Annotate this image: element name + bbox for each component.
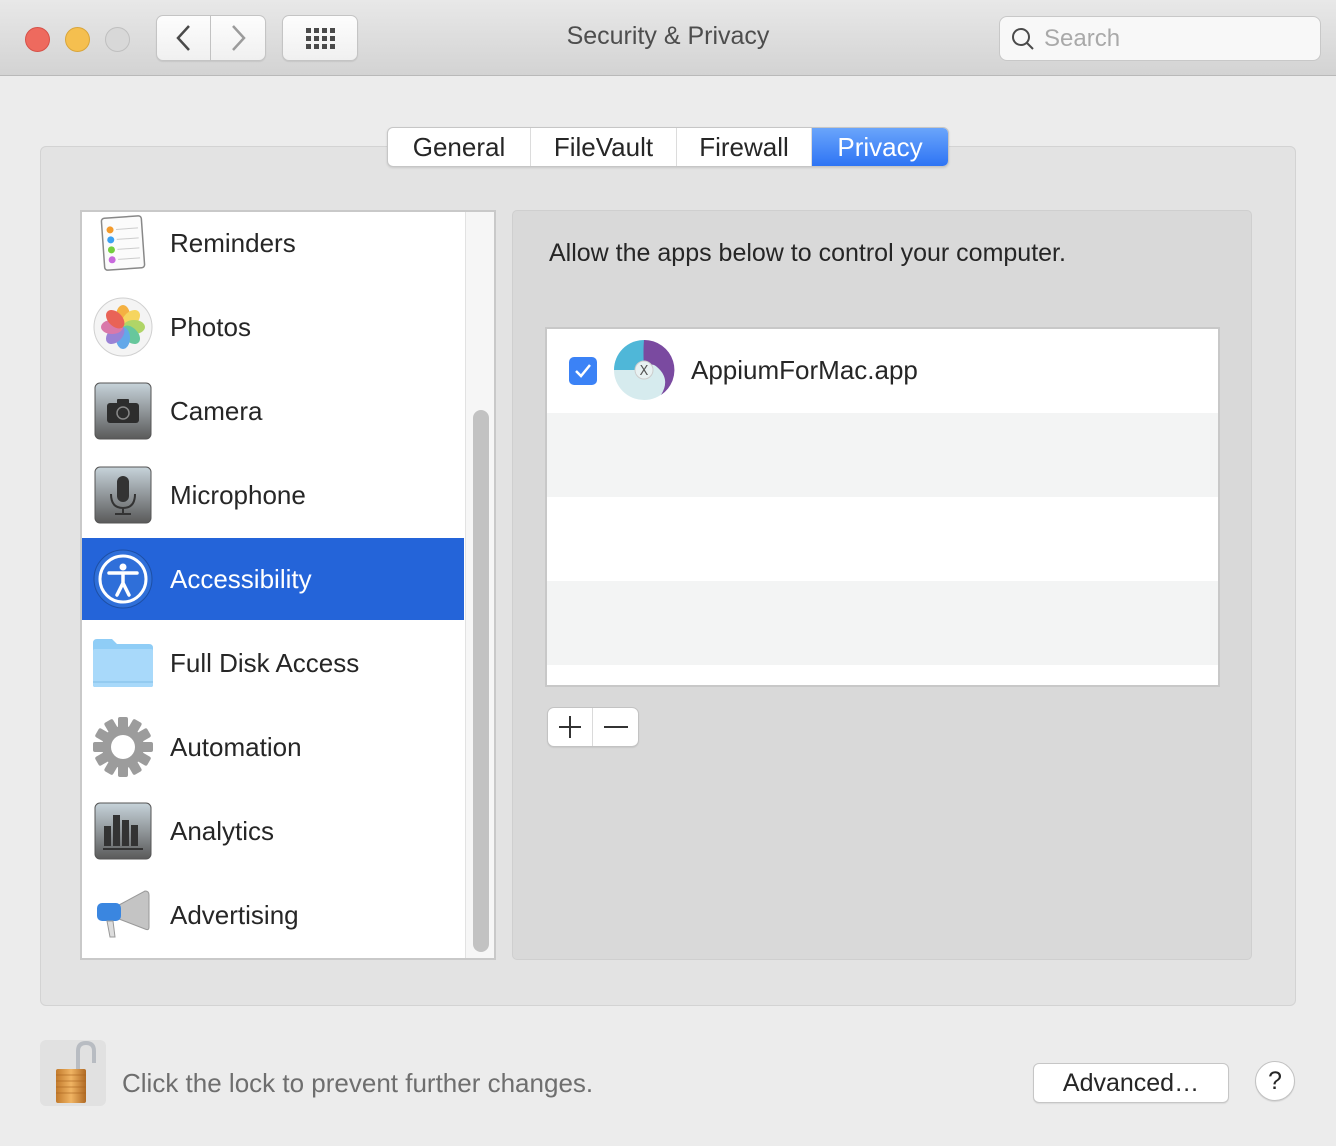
search-input[interactable] bbox=[1044, 24, 1304, 53]
sidebar-item-label: Microphone bbox=[170, 479, 306, 510]
sidebar-item-photos[interactable]: Photos bbox=[82, 286, 464, 368]
accessibility-icon bbox=[92, 548, 154, 610]
folder-icon bbox=[92, 632, 154, 694]
sidebar-item-camera[interactable]: Camera bbox=[82, 370, 464, 452]
checkmark-icon bbox=[575, 364, 591, 378]
add-app-button[interactable] bbox=[548, 708, 594, 746]
sidebar-item-label: Camera bbox=[170, 395, 263, 426]
sidebar-item-label: Photos bbox=[170, 311, 251, 342]
unlocked-padlock-icon bbox=[56, 1041, 96, 1103]
remove-app-button[interactable] bbox=[593, 708, 638, 746]
sidebar-item-analytics[interactable]: Analytics bbox=[82, 790, 464, 872]
title-bar: Security & Privacy bbox=[0, 0, 1336, 76]
app-name: AppiumForMac.app bbox=[691, 355, 918, 385]
list-item[interactable]: X AppiumForMac.app bbox=[547, 329, 1218, 413]
appium-app-icon: X bbox=[613, 339, 675, 401]
lock-status-text: Click the lock to prevent further change… bbox=[122, 1068, 594, 1098]
camera-icon bbox=[92, 380, 154, 442]
reminders-icon bbox=[92, 212, 154, 274]
tab-general[interactable]: General bbox=[388, 128, 531, 166]
sidebar-item-advertising[interactable]: Advertising bbox=[82, 874, 464, 956]
sidebar-item-automation[interactable]: Automation bbox=[82, 706, 464, 788]
sidebar-item-microphone[interactable]: Microphone bbox=[82, 454, 464, 536]
microphone-icon bbox=[92, 464, 154, 526]
photos-icon bbox=[92, 296, 154, 358]
sidebar-item-label: Accessibility bbox=[170, 563, 312, 594]
empty-row bbox=[547, 413, 1218, 497]
scrollbar-thumb[interactable] bbox=[473, 410, 489, 952]
tab-bar: General FileVault Firewall Privacy bbox=[387, 127, 949, 167]
plus-icon bbox=[559, 716, 581, 738]
add-remove-control bbox=[547, 707, 639, 747]
tab-firewall[interactable]: Firewall bbox=[677, 128, 812, 166]
scrollbar-track[interactable] bbox=[465, 212, 494, 958]
privacy-category-list: Reminders Photos Camera Microphone Acces… bbox=[80, 210, 496, 960]
minus-icon bbox=[603, 726, 628, 728]
megaphone-icon bbox=[92, 884, 154, 946]
help-button[interactable]: ? bbox=[1255, 1061, 1295, 1101]
sidebar-item-label: Automation bbox=[170, 731, 302, 762]
sidebar-item-reminders[interactable]: Reminders bbox=[82, 212, 464, 284]
sidebar-item-label: Analytics bbox=[170, 815, 275, 846]
analytics-icon bbox=[92, 800, 154, 862]
app-enabled-checkbox[interactable] bbox=[569, 357, 597, 385]
search-icon bbox=[1012, 27, 1034, 50]
sidebar-item-label: Advertising bbox=[170, 899, 299, 930]
sidebar-item-full-disk-access[interactable]: Full Disk Access bbox=[82, 622, 464, 704]
svg-text:X: X bbox=[640, 364, 649, 379]
advanced-button[interactable]: Advanced… bbox=[1033, 1063, 1229, 1103]
app-list: X AppiumForMac.app bbox=[545, 327, 1220, 687]
sidebar-item-label: Reminders bbox=[170, 227, 296, 258]
sidebar-item-accessibility[interactable]: Accessibility bbox=[82, 538, 464, 620]
tab-privacy[interactable]: Privacy bbox=[812, 128, 948, 166]
panel-heading: Allow the apps below to control your com… bbox=[549, 239, 1066, 267]
sidebar-item-label: Full Disk Access bbox=[170, 647, 360, 678]
empty-row bbox=[547, 497, 1218, 581]
empty-row bbox=[547, 581, 1218, 665]
lock-button[interactable] bbox=[40, 1040, 106, 1106]
privacy-detail-panel: Allow the apps below to control your com… bbox=[512, 210, 1252, 960]
gear-icon bbox=[92, 716, 154, 778]
search-field[interactable] bbox=[999, 16, 1321, 61]
tab-filevault[interactable]: FileVault bbox=[531, 128, 677, 166]
